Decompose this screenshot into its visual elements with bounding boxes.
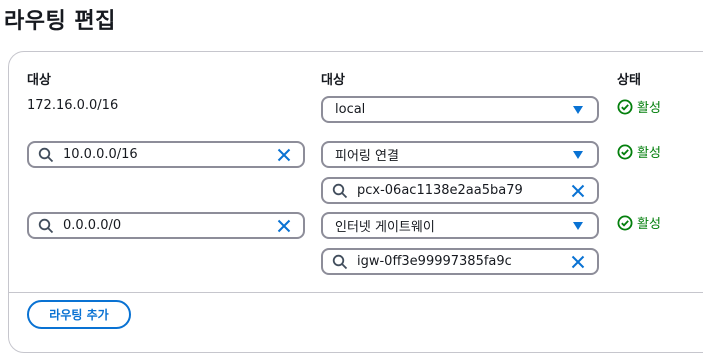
target-column-header: 대상: [321, 73, 345, 88]
route-1-target-type-value: local: [335, 102, 366, 117]
check-circle-icon: [617, 144, 633, 159]
route-2-target-id-value: pcx-06ac1138e2aa5ba79: [357, 183, 523, 198]
caret-down-icon: [567, 215, 589, 237]
route-3-target-id-input[interactable]: igw-0ff3e99997385fa9c: [321, 248, 599, 275]
route-3-target-type-value: 인터넷 게이트웨이: [335, 220, 435, 235]
caret-down-icon: [567, 144, 589, 166]
clear-icon[interactable]: [273, 215, 295, 237]
search-icon: [331, 182, 349, 200]
route-1-status-label: 활성: [637, 101, 661, 116]
status-column-header: 상태: [617, 73, 641, 88]
route-2-target-type-select[interactable]: 피어링 연결: [321, 141, 599, 168]
clear-icon[interactable]: [567, 251, 589, 273]
search-icon: [37, 217, 55, 235]
search-icon: [37, 146, 55, 164]
search-icon: [331, 253, 349, 271]
clear-icon[interactable]: [567, 180, 589, 202]
clear-icon[interactable]: [273, 144, 295, 166]
panel-footer-divider: [9, 292, 703, 293]
caret-down-icon: [567, 99, 589, 121]
route-3-target-type-select[interactable]: 인터넷 게이트웨이: [321, 212, 599, 239]
route-3-destination-input[interactable]: 0.0.0.0/0: [27, 212, 305, 239]
route-1-status: 활성: [617, 97, 661, 116]
route-2-target-id-input[interactable]: pcx-06ac1138e2aa5ba79: [321, 177, 599, 204]
route-2-status-label: 활성: [637, 146, 661, 161]
route-2-destination-input[interactable]: 10.0.0.0/16: [27, 141, 305, 168]
route-2-status: 활성: [617, 142, 661, 161]
page-title: 라우팅 편집: [4, 9, 116, 34]
route-1-target-type-select[interactable]: local: [321, 96, 599, 123]
route-3-status: 활성: [617, 213, 661, 232]
check-circle-icon: [617, 215, 633, 230]
add-route-button[interactable]: 라우팅 추가: [27, 300, 131, 329]
destination-column-header: 대상: [27, 73, 51, 88]
route-3-status-label: 활성: [637, 217, 661, 232]
route-3-destination-value: 0.0.0.0/0: [63, 218, 122, 233]
route-2-destination-value: 10.0.0.0/16: [63, 147, 138, 162]
route-3-target-id-value: igw-0ff3e99997385fa9c: [357, 254, 512, 269]
check-circle-icon: [617, 99, 633, 114]
route-1-destination: 172.16.0.0/16: [27, 98, 119, 113]
route-2-target-type-value: 피어링 연결: [335, 149, 399, 164]
